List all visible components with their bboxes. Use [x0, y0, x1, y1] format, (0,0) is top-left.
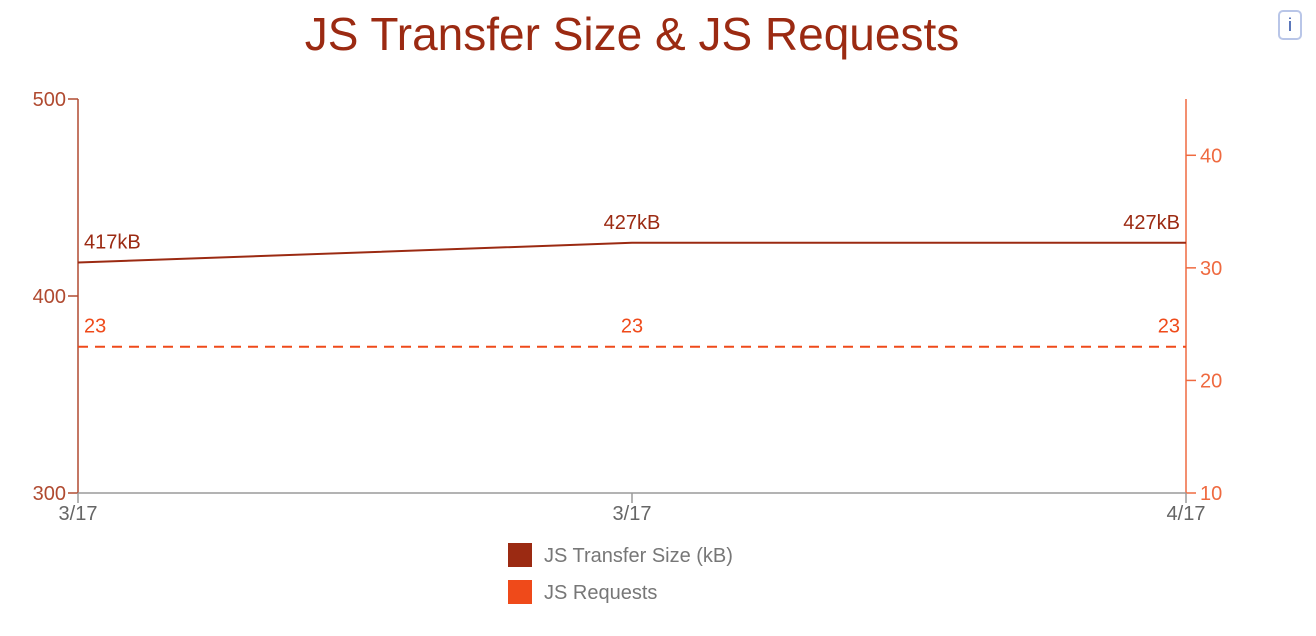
right-tick-label: 30	[1200, 258, 1222, 280]
data-label: 23	[621, 316, 643, 338]
x-tick-label: 3/17	[59, 503, 98, 525]
data-label: 427kB	[604, 212, 661, 234]
info-button[interactable]: i	[1278, 10, 1302, 40]
right-tick-label: 20	[1200, 370, 1222, 392]
x-tick-label: 4/17	[1167, 503, 1206, 525]
left-tick-label: 500	[33, 89, 66, 111]
left-tick-label: 400	[33, 286, 66, 308]
data-label: 23	[84, 316, 106, 338]
legend-swatch	[508, 543, 532, 567]
data-label: 427kB	[1123, 212, 1180, 234]
legend-label: JS Transfer Size (kB)	[544, 545, 733, 567]
chart-title: JS Transfer Size & JS Requests	[305, 8, 960, 60]
legend-label: JS Requests	[544, 582, 657, 604]
right-tick-label: 10	[1200, 483, 1222, 505]
right-tick-label: 40	[1200, 145, 1222, 167]
chart: JS Transfer Size & JS Requests 300 400 500…	[33, 8, 1222, 604]
legend-swatch	[508, 580, 532, 604]
left-tick-label: 300	[33, 483, 66, 505]
series-line-1	[77, 241, 1186, 264]
data-label: 23	[1158, 316, 1180, 338]
x-tick-label: 3/17	[613, 503, 652, 525]
data-label: 417kB	[84, 232, 141, 254]
info-icon: i	[1288, 14, 1292, 35]
